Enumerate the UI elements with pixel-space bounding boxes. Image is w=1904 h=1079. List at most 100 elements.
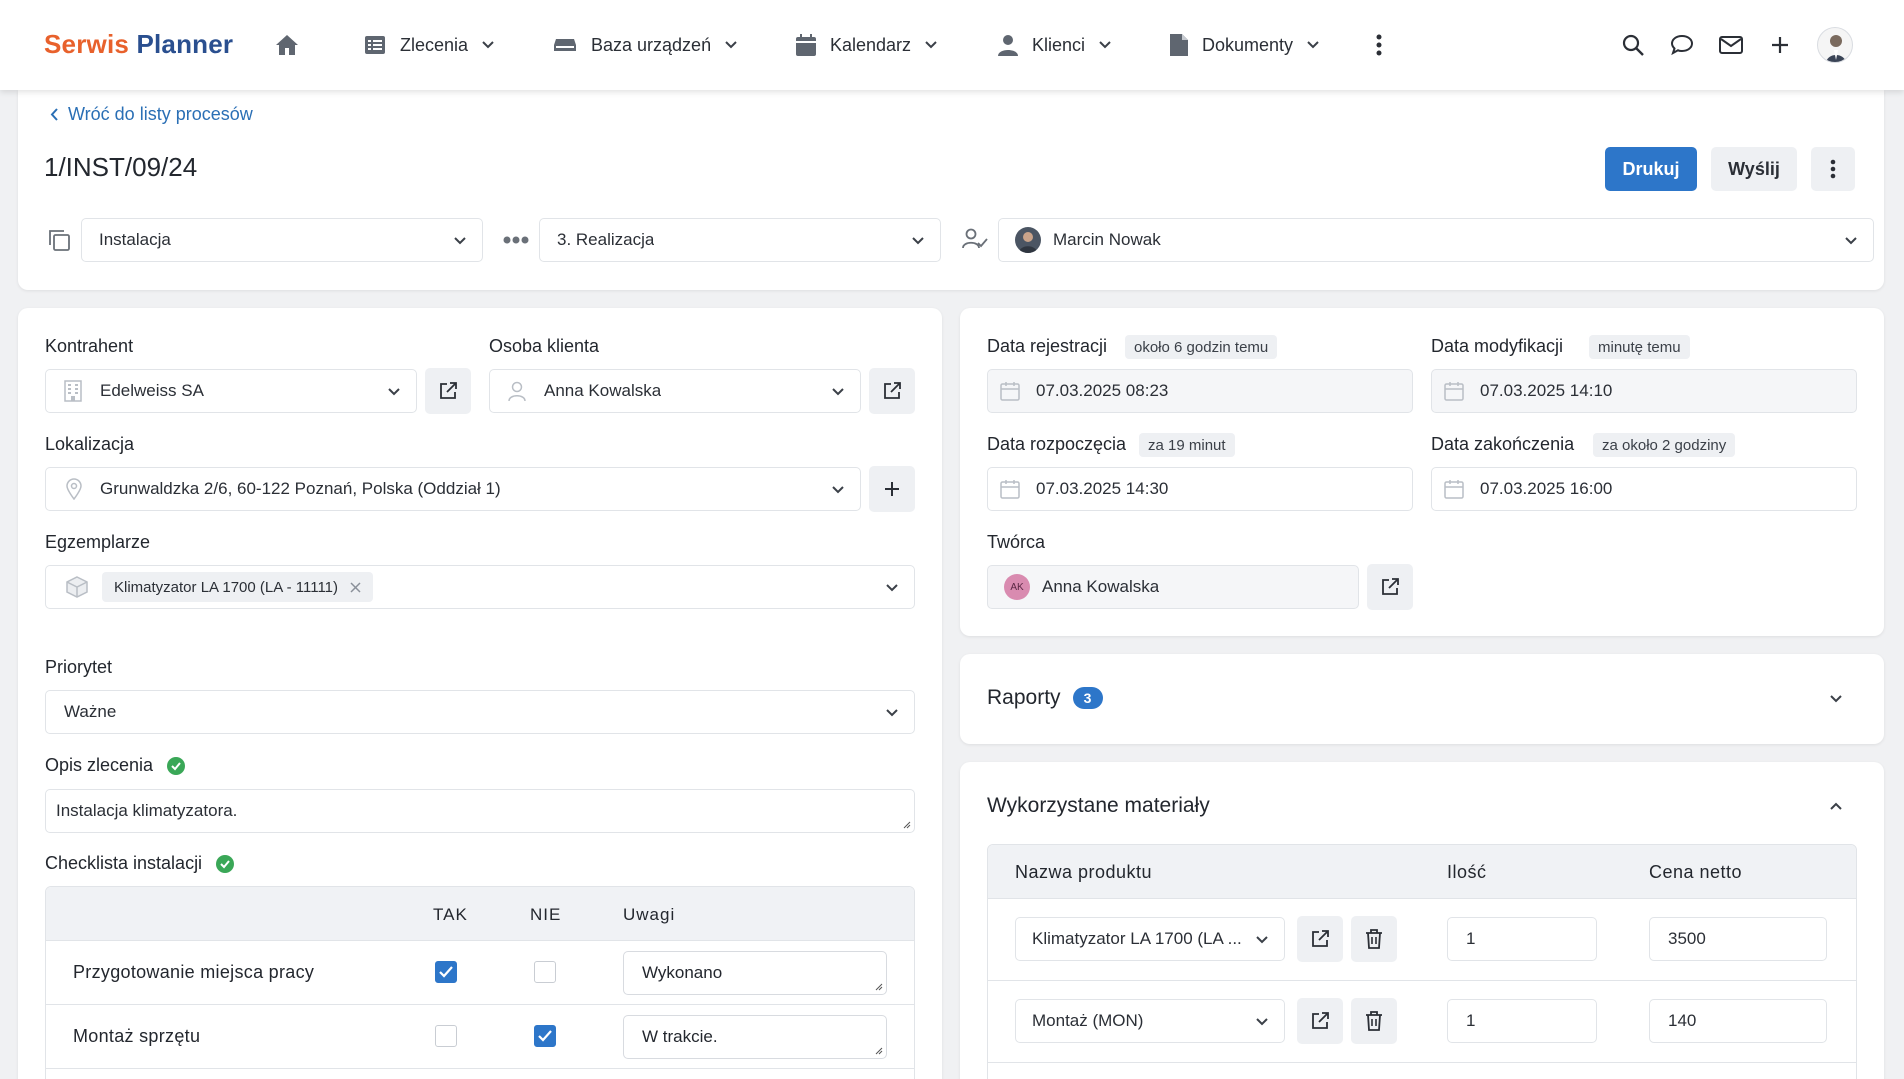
open-product-button[interactable] (1297, 998, 1343, 1044)
back-link[interactable]: Wróć do listy procesów (50, 104, 253, 125)
modification-date-field[interactable]: 07.03.2025 14:10 (1431, 369, 1857, 413)
reports-card[interactable]: Raporty 3 (960, 654, 1884, 744)
chat-icon[interactable] (1667, 30, 1697, 60)
checklist-item-name: Przygotowanie miejsca pracy (73, 962, 315, 982)
reports-label: Raporty (987, 686, 1061, 709)
client-person-select[interactable]: Anna Kowalska (489, 369, 861, 413)
price-input[interactable]: 140 (1649, 999, 1827, 1043)
materials-header-qty: Ilość (1447, 862, 1487, 882)
open-product-button[interactable] (1297, 916, 1343, 962)
process-stage-select[interactable]: 3. Realizacja (539, 218, 941, 262)
checklist-note-value: Wykonano (642, 963, 723, 982)
product-value: Klimatyzator LA 1700 (LA ... (1032, 929, 1242, 948)
chevron-down-icon (388, 388, 400, 396)
chevron-down-icon (1256, 1018, 1268, 1026)
calendar-icon (1000, 480, 1020, 499)
quantity-input[interactable]: 1 (1447, 917, 1597, 961)
nav-label: Klienci (1032, 34, 1086, 55)
nav-klienci[interactable]: Klienci (998, 28, 1111, 62)
product-select[interactable]: Klimatyzator LA 1700 (LA ... (1015, 917, 1285, 961)
send-button[interactable]: Wyślij (1711, 147, 1797, 191)
open-creator-button[interactable] (1367, 564, 1413, 610)
more-vertical-icon[interactable] (1364, 30, 1394, 60)
price-value: 140 (1668, 1011, 1697, 1030)
start-relative-badge: za 19 minut (1139, 433, 1235, 457)
search-icon[interactable] (1618, 30, 1648, 60)
location-value: Grunwaldzka 2/6, 60-122 Poznań, Polska (… (100, 479, 501, 498)
external-link-icon (1312, 1012, 1329, 1029)
product-value: Montaż (MON) (1032, 1011, 1144, 1030)
open-contractor-button[interactable] (425, 368, 471, 414)
checklist-nie-checkbox[interactable] (534, 961, 556, 983)
description-textarea[interactable]: Instalacja klimatyzatora. (45, 789, 915, 833)
registration-date-label: Data rejestracji (987, 336, 1108, 356)
materials-header-row: Nazwa produktu Ilość Cena netto (988, 845, 1856, 899)
logo-serwis: Serwis (44, 29, 130, 59)
resize-handle-icon (875, 1047, 883, 1055)
quantity-input[interactable]: 1 (1447, 999, 1597, 1043)
logo-planner: Planner (136, 29, 234, 59)
check-icon (439, 966, 453, 978)
add-location-button[interactable] (869, 466, 915, 512)
back-link-label: Wróć do listy procesów (68, 104, 253, 124)
assignee-select[interactable]: Marcin Nowak (998, 218, 1874, 262)
checklist-nie-checkbox[interactable] (534, 1025, 556, 1047)
chevron-left-icon (50, 108, 58, 121)
checklist-tak-checkbox[interactable] (435, 1025, 457, 1047)
delete-product-button[interactable] (1351, 916, 1397, 962)
end-date-label: Data zakończenia (1431, 434, 1575, 454)
contractor-select[interactable]: Edelweiss SA (45, 369, 417, 413)
close-icon[interactable] (350, 581, 361, 593)
registration-date-field[interactable]: 07.03.2025 08:23 (987, 369, 1413, 413)
nav-kalendarz[interactable]: Kalendarz (796, 28, 937, 62)
open-client-person-button[interactable] (869, 368, 915, 414)
external-link-icon (1382, 578, 1399, 595)
user-check-icon (962, 228, 988, 250)
user-icon (998, 35, 1018, 56)
chevron-up-icon[interactable] (1830, 802, 1842, 810)
priority-value: Ważne (64, 702, 117, 721)
copy-icon (47, 228, 71, 252)
nav-label: Baza urządzeń (591, 34, 712, 55)
units-select[interactable]: Klimatyzator LA 1700 (LA - 11111) (45, 565, 915, 609)
end-date-field[interactable]: 07.03.2025 16:00 (1431, 467, 1857, 511)
box-icon (66, 576, 88, 598)
plus-icon[interactable] (1765, 30, 1795, 60)
reports-heading: Raporty 3 (987, 686, 1103, 710)
chevron-down-icon (482, 41, 494, 49)
mail-icon[interactable] (1716, 30, 1746, 60)
unit-tag: Klimatyzator LA 1700 (LA - 11111) (102, 572, 374, 602)
nav-label: Dokumenty (1202, 34, 1294, 55)
checklist-tak-checkbox[interactable] (435, 961, 457, 983)
chevron-down-icon[interactable] (1830, 695, 1842, 703)
more-vertical-icon (1830, 159, 1836, 179)
app-logo[interactable]: Serwis Planner (44, 29, 233, 60)
units-label: Egzemplarze (45, 532, 151, 552)
chevron-down-icon (1307, 41, 1319, 49)
quantity-value: 1 (1466, 929, 1476, 948)
nav-baza-urzadzen[interactable]: Baza urządzeń (553, 28, 737, 62)
process-type-select[interactable]: Instalacja (81, 218, 483, 262)
external-link-icon (884, 382, 901, 399)
chevron-down-icon (1256, 936, 1268, 944)
document-icon (1170, 34, 1188, 56)
start-date-field[interactable]: 07.03.2025 14:30 (987, 467, 1413, 511)
delete-product-button[interactable] (1351, 998, 1397, 1044)
location-label: Lokalizacja (45, 434, 135, 454)
calendar-icon (796, 34, 816, 56)
product-select[interactable]: Montaż (MON) (1015, 999, 1285, 1043)
checklist-note-input[interactable]: W trakcie. (623, 1015, 887, 1059)
location-select[interactable]: Grunwaldzka 2/6, 60-122 Poznań, Polska (… (45, 467, 861, 511)
checklist-note-input[interactable]: Wykonano (623, 951, 887, 995)
nav-zlecenia[interactable]: Zlecenia (364, 28, 494, 62)
priority-select[interactable]: Ważne (45, 690, 915, 734)
more-actions-button[interactable] (1811, 147, 1855, 191)
modification-date-value: 07.03.2025 14:10 (1480, 381, 1613, 400)
user-avatar[interactable] (1817, 27, 1853, 63)
print-button[interactable]: Drukuj (1605, 147, 1697, 191)
home-icon[interactable] (272, 30, 302, 60)
price-input[interactable]: 3500 (1649, 917, 1827, 961)
page-title: 1/INST/09/24 (44, 152, 198, 182)
nav-dokumenty[interactable]: Dokumenty (1170, 28, 1319, 62)
priority-label: Priorytet (45, 657, 113, 677)
